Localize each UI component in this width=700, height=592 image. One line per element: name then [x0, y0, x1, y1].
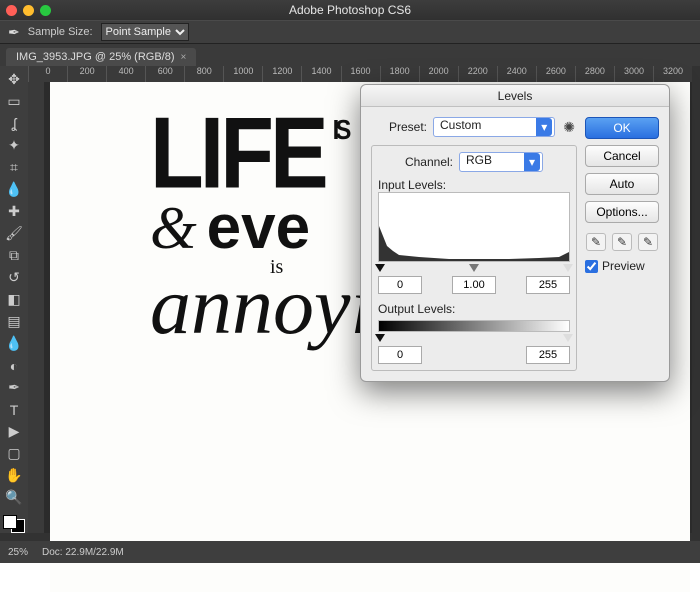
- options-button[interactable]: Options...: [585, 201, 659, 223]
- document-tab-label: IMG_3953.JPG @ 25% (RGB/8): [16, 51, 175, 63]
- ruler-tick: 1200: [262, 66, 301, 82]
- output-black-field[interactable]: [378, 346, 422, 364]
- ruler-tick: 600: [145, 66, 184, 82]
- cancel-button[interactable]: Cancel: [585, 145, 659, 167]
- move-tool[interactable]: ✥: [3, 70, 25, 88]
- tools-panel: ✥ ▭ ʆ ✦ ⌗ 💧 ✚ 🖌 ⧉ ↺ ◧ ▤ 💧 ◐ ✒ T ▶ ▢ ✋ 🔍: [0, 66, 28, 533]
- ruler-horizontal: 0200400600800100012001400160018002000220…: [28, 66, 692, 82]
- ruler-tick: 200: [67, 66, 106, 82]
- document-tab[interactable]: IMG_3953.JPG @ 25% (RGB/8) ×: [6, 48, 196, 66]
- histogram: [378, 192, 570, 262]
- ruler-tick: 3200: [653, 66, 692, 82]
- active-tool-icon: ✒: [8, 24, 20, 41]
- spot-heal-tool[interactable]: ✚: [3, 202, 25, 220]
- path-select-tool[interactable]: ▶: [3, 423, 25, 441]
- blur-tool[interactable]: 💧: [3, 335, 25, 353]
- document-tab-close[interactable]: ×: [181, 52, 187, 63]
- ruler-tick: 2600: [536, 66, 575, 82]
- input-black-field[interactable]: [378, 276, 422, 294]
- ruler-vertical: [28, 82, 44, 533]
- preset-label: Preset:: [371, 120, 427, 134]
- preview-checkbox-row[interactable]: Preview: [585, 259, 659, 273]
- brush-tool[interactable]: 🖌: [3, 224, 25, 242]
- art-line1-side: IS: [333, 115, 348, 147]
- clone-stamp-tool[interactable]: ⧉: [3, 246, 25, 264]
- levels-dialog[interactable]: Levels Preset: Custom ✺ Channel: RGB Inp…: [360, 84, 670, 382]
- status-docsize: Doc: 22.9M/22.9M: [42, 547, 124, 558]
- marquee-tool[interactable]: ▭: [3, 92, 25, 110]
- lasso-tool[interactable]: ʆ: [3, 114, 25, 132]
- output-levels-label: Output Levels:: [378, 302, 570, 316]
- gradient-tool[interactable]: ▤: [3, 313, 25, 331]
- ruler-tick: 0: [28, 66, 67, 82]
- dodge-tool[interactable]: ◐: [3, 357, 25, 375]
- history-brush-tool[interactable]: ↺: [3, 268, 25, 286]
- output-gradient: [378, 320, 570, 332]
- ruler-tick: 2800: [575, 66, 614, 82]
- preview-checkbox[interactable]: [585, 260, 598, 273]
- channel-label: Channel:: [405, 155, 453, 169]
- magic-wand-tool[interactable]: ✦: [3, 136, 25, 154]
- sample-size-select[interactable]: Point Sample: [101, 23, 189, 41]
- status-bar: 25% Doc: 22.9M/22.9M: [0, 541, 700, 563]
- channel-select[interactable]: RGB: [459, 152, 543, 172]
- titlebar: Adobe Photoshop CS6: [0, 0, 700, 20]
- input-gamma-slider[interactable]: [469, 264, 479, 272]
- input-white-slider[interactable]: [563, 264, 573, 272]
- art-line1-main: LIFE: [150, 96, 325, 210]
- output-white-slider[interactable]: [563, 334, 573, 342]
- input-levels-label: Input Levels:: [378, 178, 570, 192]
- ruler-tick: 1800: [380, 66, 419, 82]
- app-title: Adobe Photoshop CS6: [0, 3, 700, 17]
- ruler-tick: 1600: [341, 66, 380, 82]
- black-point-eyedropper-icon[interactable]: ✎: [586, 233, 606, 251]
- input-black-slider[interactable]: [375, 264, 385, 272]
- shape-tool[interactable]: ▢: [3, 445, 25, 463]
- hand-tool[interactable]: ✋: [3, 467, 25, 485]
- ruler-tick: 400: [106, 66, 145, 82]
- output-white-field[interactable]: [526, 346, 570, 364]
- foreground-swatch[interactable]: [3, 515, 17, 529]
- auto-button[interactable]: Auto: [585, 173, 659, 195]
- options-bar: ✒ Sample Size: Point Sample: [0, 20, 700, 44]
- output-sliders[interactable]: [378, 334, 570, 344]
- output-black-slider[interactable]: [375, 334, 385, 342]
- ruler-tick: 3000: [614, 66, 653, 82]
- ruler-tick: 800: [184, 66, 223, 82]
- gray-point-eyedropper-icon[interactable]: ✎: [612, 233, 632, 251]
- sample-size-label: Sample Size:: [28, 26, 93, 38]
- ruler-tick: 2400: [497, 66, 536, 82]
- crop-tool[interactable]: ⌗: [3, 158, 25, 176]
- ruler-tick: 2200: [458, 66, 497, 82]
- preview-label: Preview: [602, 259, 645, 273]
- document-tab-bar: IMG_3953.JPG @ 25% (RGB/8) ×: [0, 44, 700, 66]
- input-white-field[interactable]: [526, 276, 570, 294]
- type-tool[interactable]: T: [3, 401, 25, 419]
- eraser-tool[interactable]: ◧: [3, 290, 25, 308]
- ok-button[interactable]: OK: [585, 117, 659, 139]
- input-gamma-field[interactable]: [452, 276, 496, 294]
- ruler-tick: 2000: [419, 66, 458, 82]
- ruler-tick: 1400: [301, 66, 340, 82]
- status-zoom[interactable]: 25%: [8, 547, 28, 558]
- preset-menu-icon[interactable]: ✺: [561, 119, 577, 136]
- preset-select[interactable]: Custom: [433, 117, 555, 137]
- levels-dialog-title[interactable]: Levels: [361, 85, 669, 107]
- color-swatches[interactable]: [3, 515, 25, 533]
- zoom-tool[interactable]: 🔍: [3, 489, 25, 507]
- pen-tool[interactable]: ✒: [3, 379, 25, 397]
- white-point-eyedropper-icon[interactable]: ✎: [638, 233, 658, 251]
- ruler-tick: 1000: [223, 66, 262, 82]
- eyedropper-tool[interactable]: 💧: [3, 180, 25, 198]
- input-sliders[interactable]: [378, 264, 570, 274]
